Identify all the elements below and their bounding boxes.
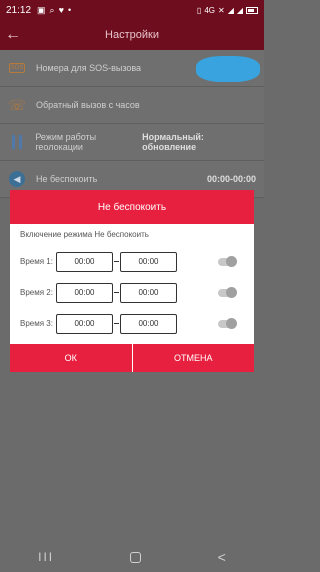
status-bar: 21:12 ▣ ⌕ ♥ • ▯ 4G ✕ ◢ ◢	[0, 0, 264, 20]
speaker-icon: ◀	[8, 170, 26, 188]
dnd-dialog: Не беспокоить Включение режима Не беспок…	[10, 190, 254, 372]
mute-icon: ✕	[217, 5, 225, 15]
page-title: Настройки	[105, 29, 159, 41]
settings-item-value: Нормальный: обновление	[142, 132, 204, 152]
redaction-blob	[196, 56, 260, 82]
time-end-input[interactable]: 00:00	[120, 282, 177, 303]
time-row-2: Время 2: 00:00 00:00	[10, 277, 254, 308]
geo-icon	[8, 133, 25, 151]
settings-list: SOS Номера для SOS-вызова ☏ Обратный выз…	[0, 50, 264, 198]
signal-icon: ◢	[236, 5, 243, 15]
dialog-buttons: ОК ОТМЕНА	[10, 344, 254, 372]
enable-toggle[interactable]	[218, 286, 237, 298]
more-dots-icon: •	[67, 4, 72, 15]
time-end-input[interactable]: 00:00	[120, 313, 177, 334]
sos-icon: SOS	[9, 63, 25, 73]
battery-icon	[246, 6, 258, 14]
time-dash	[114, 292, 119, 293]
time-label: Время 3:	[20, 319, 53, 328]
app-toolbar: ← Настройки	[0, 20, 264, 50]
status-left-icons: ▣ ⌕ ♥ •	[37, 5, 71, 16]
search-icon: ⌕	[49, 4, 55, 15]
home-icon[interactable]	[130, 551, 142, 563]
heart-icon: ♥	[58, 4, 64, 15]
time-row-3: Время 3: 00:00 00:00	[10, 308, 254, 339]
settings-item-label: Номера для SOS-вызова	[36, 63, 142, 73]
time-label: Время 2:	[20, 288, 53, 297]
time-dash	[114, 323, 119, 324]
ok-button[interactable]: ОК	[10, 344, 132, 372]
arrow-left-icon[interactable]: ←	[0, 26, 26, 44]
back-icon[interactable]: <	[218, 549, 226, 565]
status-right-icons: ▯ 4G ✕ ◢ ◢	[197, 6, 258, 15]
cancel-button[interactable]: ОТМЕНА	[131, 344, 254, 372]
enable-toggle[interactable]	[218, 255, 237, 267]
enable-toggle[interactable]	[218, 317, 237, 329]
settings-item-sos[interactable]: SOS Номера для SOS-вызова	[0, 50, 264, 87]
sim-icon: ▯	[196, 5, 202, 15]
time-start-input[interactable]: 00:00	[56, 313, 113, 334]
gallery-icon: ▣	[37, 4, 46, 15]
time-row-1: Время 1: 00:00 00:00	[10, 246, 254, 277]
time-end-input[interactable]: 00:00	[120, 251, 177, 272]
recent-apps-icon[interactable]: III	[38, 550, 54, 564]
dialog-title: Не беспокоить	[10, 190, 254, 224]
dialog-subtitle: Включение режима Не беспокоить	[20, 230, 149, 239]
system-nav-bar: III <	[0, 542, 264, 572]
settings-item-geolocation[interactable]: Режим работы геолокации Нормальный: обно…	[0, 124, 264, 161]
phone-icon: ☏	[8, 96, 26, 113]
time-start-input[interactable]: 00:00	[56, 282, 113, 303]
time-start-input[interactable]: 00:00	[56, 251, 113, 272]
time-dash	[114, 261, 119, 262]
settings-item-label: Режим работы геолокации	[35, 132, 97, 152]
signal-icon: ◢	[227, 5, 234, 15]
time-label: Время 1:	[20, 257, 53, 266]
settings-item-callback[interactable]: ☏ Обратный вызов с часов	[0, 87, 264, 124]
network-4g-icon: 4G	[204, 5, 215, 15]
status-time: 21:12	[6, 4, 32, 16]
settings-item-label: Обратный вызов с часов	[36, 100, 140, 110]
settings-item-label: Не беспокоить	[36, 174, 98, 184]
settings-item-value: 00:00-00:00	[206, 174, 256, 184]
